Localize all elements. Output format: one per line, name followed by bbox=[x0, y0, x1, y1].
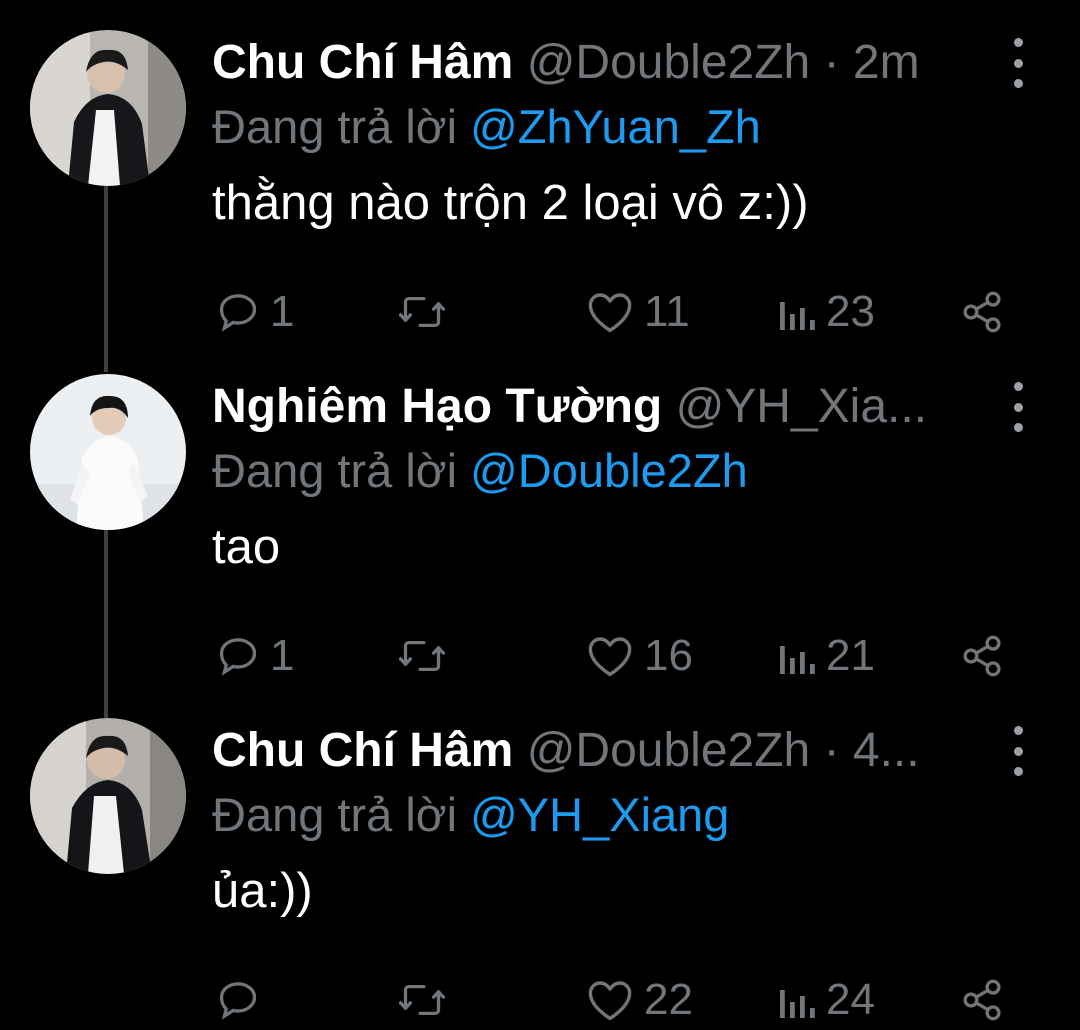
reply-prefix: Đang trả lời bbox=[212, 444, 471, 497]
tweet-header: Chu Chí Hâm @Double2Zh · 4... bbox=[212, 718, 970, 784]
author-name[interactable]: Chu Chí Hâm bbox=[212, 724, 513, 777]
reply-prefix: Đang trả lời bbox=[212, 788, 471, 841]
tweet-text: tao bbox=[212, 520, 281, 574]
reply-count: 1 bbox=[270, 631, 295, 680]
views-button[interactable]: 23 bbox=[776, 282, 875, 342]
more-options-icon[interactable] bbox=[998, 726, 1038, 776]
view-count: 24 bbox=[826, 975, 875, 1024]
reply-count: 1 bbox=[270, 287, 295, 336]
speech-bubble-icon bbox=[219, 294, 257, 332]
views-button[interactable]: 24 bbox=[776, 970, 875, 1030]
like-button[interactable]: 11 bbox=[586, 282, 690, 342]
retweet-button[interactable] bbox=[398, 970, 456, 1030]
tweet-text: thằng nào trộn 2 loại vô z:)) bbox=[212, 176, 809, 230]
avatar[interactable] bbox=[30, 718, 186, 874]
author-handle[interactable]: @Double2Zh bbox=[527, 36, 811, 89]
tweet-1[interactable]: Chu Chí Hâm @Double2Zh · 2m Đang trả lời… bbox=[0, 30, 1080, 340]
speech-bubble-icon bbox=[219, 982, 257, 1020]
heart-icon bbox=[588, 637, 632, 677]
author-handle[interactable]: @Double2Zh bbox=[527, 724, 811, 777]
retweet-arrows-icon bbox=[398, 640, 446, 672]
author-handle[interactable]: @YH_Xia... bbox=[676, 380, 927, 433]
share-button[interactable] bbox=[960, 970, 1004, 1030]
share-icon bbox=[963, 635, 1001, 677]
share-button[interactable] bbox=[960, 626, 1004, 686]
tweet-3[interactable]: Chu Chí Hâm @Double2Zh · 4... Đang trả l… bbox=[0, 718, 1080, 1028]
tweet-actions: 1 11 23 bbox=[212, 282, 1012, 342]
reply-button[interactable] bbox=[216, 970, 270, 1030]
share-icon bbox=[963, 291, 1001, 333]
tweet-2[interactable]: Nghiêm Hạo Tường @YH_Xia... Đang trả lời… bbox=[0, 374, 1080, 684]
like-button[interactable]: 22 bbox=[586, 970, 693, 1030]
bar-chart-icon bbox=[780, 302, 815, 330]
like-count: 16 bbox=[644, 631, 693, 680]
like-button[interactable]: 16 bbox=[586, 626, 693, 686]
bar-chart-icon bbox=[780, 990, 815, 1018]
reply-context: Đang trả lời @YH_Xiang bbox=[212, 782, 729, 848]
retweet-arrows-icon bbox=[398, 296, 446, 328]
share-icon bbox=[963, 979, 1001, 1021]
tweet-text: ủa:)) bbox=[212, 864, 313, 918]
heart-icon bbox=[588, 981, 632, 1021]
view-count: 23 bbox=[826, 287, 875, 336]
tweet-header: Nghiêm Hạo Tường @YH_Xia... bbox=[212, 374, 970, 440]
more-options-icon[interactable] bbox=[998, 38, 1038, 88]
share-button[interactable] bbox=[960, 282, 1004, 342]
retweet-arrows-icon bbox=[398, 984, 446, 1016]
reply-button[interactable]: 1 bbox=[216, 626, 294, 686]
tweet-actions: 1 16 21 bbox=[212, 626, 1012, 686]
avatar[interactable] bbox=[30, 30, 186, 186]
speech-bubble-icon bbox=[219, 638, 257, 676]
retweet-button[interactable] bbox=[398, 282, 456, 342]
timestamp[interactable]: · 2m bbox=[810, 36, 920, 89]
author-name[interactable]: Nghiêm Hạo Tường bbox=[212, 380, 662, 433]
reply-mention[interactable]: @YH_Xiang bbox=[470, 788, 729, 841]
author-name[interactable]: Chu Chí Hâm bbox=[212, 36, 513, 89]
like-count: 22 bbox=[644, 975, 693, 1024]
timestamp[interactable]: · 4... bbox=[810, 724, 920, 777]
reply-context: Đang trả lời @ZhYuan_Zh bbox=[212, 94, 761, 160]
reply-context: Đang trả lời @Double2Zh bbox=[212, 438, 748, 504]
views-button[interactable]: 21 bbox=[776, 626, 875, 686]
bar-chart-icon bbox=[780, 646, 815, 674]
reply-mention[interactable]: @Double2Zh bbox=[470, 444, 748, 497]
more-options-icon[interactable] bbox=[998, 382, 1038, 432]
tweet-actions: 22 24 bbox=[212, 970, 1012, 1030]
like-count: 11 bbox=[644, 287, 690, 336]
retweet-button[interactable] bbox=[398, 626, 456, 686]
reply-prefix: Đang trả lời bbox=[212, 100, 471, 153]
reply-mention[interactable]: @ZhYuan_Zh bbox=[470, 100, 761, 153]
view-count: 21 bbox=[826, 631, 875, 680]
reply-button[interactable]: 1 bbox=[216, 282, 294, 342]
heart-icon bbox=[588, 293, 632, 333]
avatar[interactable] bbox=[30, 374, 186, 530]
tweet-header: Chu Chí Hâm @Double2Zh · 2m bbox=[212, 30, 970, 96]
